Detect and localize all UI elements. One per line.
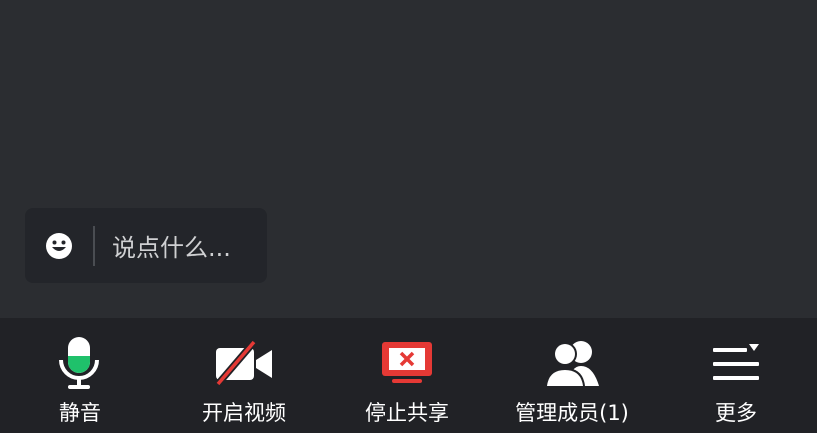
more-button[interactable]: 更多 [661, 318, 811, 433]
meeting-stage: 说点什么... [0, 0, 817, 318]
stop-share-button[interactable]: 停止共享 [332, 318, 482, 433]
chat-input-box[interactable]: 说点什么... [25, 208, 267, 283]
stop-screen-share-icon [382, 342, 432, 383]
microphone-icon [59, 337, 99, 389]
more-label: 更多 [715, 401, 757, 425]
manage-members-label: 管理成员(1) [515, 401, 629, 425]
start-video-label: 开启视频 [202, 401, 286, 425]
start-video-button[interactable]: 开启视频 [169, 318, 319, 433]
mute-button[interactable]: 静音 [5, 318, 155, 433]
meeting-toolbar: 静音 开启视频 停止共享 管理成员(1) 更多 [0, 318, 817, 433]
more-menu-icon [713, 344, 759, 380]
emoji-button[interactable] [25, 208, 93, 283]
members-icon [545, 341, 599, 386]
video-off-icon [215, 340, 272, 387]
manage-members-button[interactable]: 管理成员(1) [497, 318, 647, 433]
mute-label: 静音 [59, 401, 101, 425]
stop-share-label: 停止共享 [365, 401, 449, 425]
smiley-face-icon [46, 232, 72, 259]
chat-placeholder[interactable]: 说点什么... [95, 228, 267, 263]
